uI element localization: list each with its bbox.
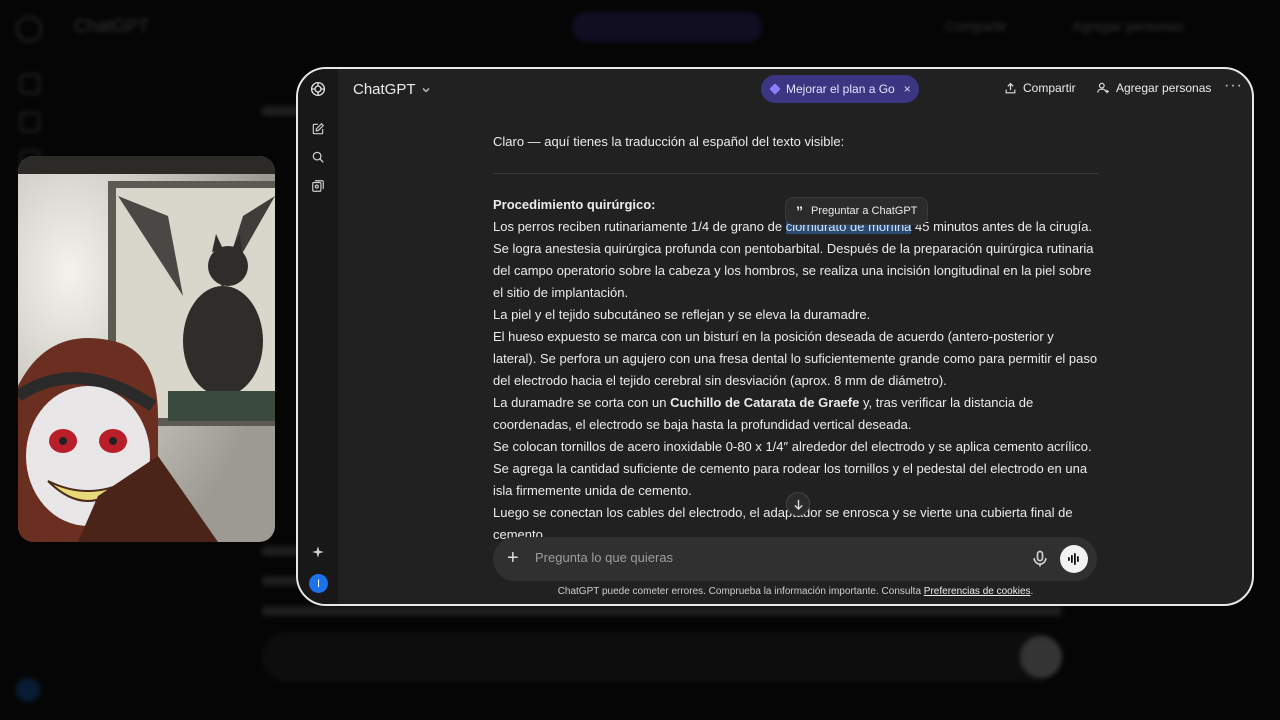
paragraph-1: Los perros reciben rutinariamente 1/4 de… xyxy=(493,216,1098,304)
bg-avatar xyxy=(16,678,40,702)
sparkle-icon[interactable] xyxy=(308,542,328,562)
assistant-message: Claro — aquí tienes la traducción al esp… xyxy=(493,131,1098,546)
ask-chatgpt-button[interactable]: ” Preguntar a ChatGPT xyxy=(785,197,929,225)
microphone-icon[interactable] xyxy=(1030,549,1050,569)
quote-icon: ” xyxy=(796,203,803,219)
bg-title: ChatGPT xyxy=(74,16,150,36)
disclaimer: ChatGPT puede cometer errores. Comprueba… xyxy=(493,586,1098,597)
bg-upgrade-pill xyxy=(572,12,762,42)
bg-text-line xyxy=(262,606,1062,616)
plus-icon[interactable]: + xyxy=(507,547,519,569)
webcam-image xyxy=(18,156,275,542)
bg-composer xyxy=(262,632,1062,682)
chatgpt-window: I ChatGPT Mejorar el plan a Go × Compart… xyxy=(296,67,1254,606)
bg-search-icon xyxy=(20,112,40,132)
disclaimer-end: . xyxy=(1030,586,1034,597)
model-selector[interactable]: ChatGPT xyxy=(353,81,431,98)
paragraph-2: La piel y el tejido subcutáneo se reflej… xyxy=(493,307,871,322)
library-icon[interactable] xyxy=(308,176,328,196)
arrow-down-icon xyxy=(793,499,803,510)
p4-text: La duramadre se corta con un xyxy=(493,395,671,410)
chevron-down-icon xyxy=(422,87,430,93)
bg-logo-icon xyxy=(16,16,42,42)
openai-logo-icon[interactable] xyxy=(308,79,328,99)
close-icon[interactable]: × xyxy=(904,82,911,96)
model-label: ChatGPT xyxy=(353,81,416,98)
sidebar: I xyxy=(298,69,338,604)
waveform-icon xyxy=(1068,553,1079,565)
search-icon[interactable] xyxy=(308,147,328,167)
scroll-down-button[interactable] xyxy=(786,492,810,516)
upgrade-label: Mejorar el plan a Go xyxy=(786,82,895,96)
bg-add-people: Agregar personas xyxy=(1072,18,1184,34)
more-options-icon[interactable]: ··· xyxy=(1224,77,1243,95)
top-bar: ChatGPT Mejorar el plan a Go × Compartir… xyxy=(338,69,1252,109)
share-icon xyxy=(1005,82,1016,93)
bg-new-chat-icon xyxy=(20,74,40,94)
user-avatar[interactable]: I xyxy=(309,574,328,593)
paragraph-4: La duramadre se corta con un Cuchillo de… xyxy=(493,392,1098,436)
composer: + Pregunta lo que quieras xyxy=(493,537,1097,581)
add-person-icon xyxy=(1097,82,1109,94)
ask-chatgpt-label: Preguntar a ChatGPT xyxy=(811,205,918,217)
paragraph-3: El hueso expuesto se marca con un bistur… xyxy=(493,329,1098,388)
prompt-input[interactable]: Pregunta lo que quieras xyxy=(535,550,673,565)
message-intro: Claro — aquí tienes la traducción al esp… xyxy=(493,134,845,149)
p1-text: Los perros reciben rutinariamente 1/4 de… xyxy=(493,219,786,234)
add-people-label: Agregar personas xyxy=(1116,81,1212,95)
share-button[interactable]: Compartir xyxy=(1004,81,1076,95)
upgrade-plan-button[interactable]: Mejorar el plan a Go × xyxy=(761,75,919,103)
bg-send-button xyxy=(1020,636,1062,678)
divider xyxy=(493,173,1098,174)
add-people-button[interactable]: Agregar personas xyxy=(1096,81,1211,95)
voice-mode-button[interactable] xyxy=(1060,545,1088,573)
cookie-preferences-link[interactable]: Preferencias de cookies xyxy=(924,586,1031,597)
webcam-overlay xyxy=(18,156,275,542)
disclaimer-text: ChatGPT puede cometer errores. Comprueba… xyxy=(557,586,924,597)
diamond-icon xyxy=(769,83,781,95)
p4-bold: Cuchillo de Catarata de Graefe xyxy=(670,395,860,410)
share-label: Compartir xyxy=(1023,81,1076,95)
bg-share: Compartir xyxy=(945,18,1007,34)
new-chat-icon[interactable] xyxy=(308,119,328,139)
